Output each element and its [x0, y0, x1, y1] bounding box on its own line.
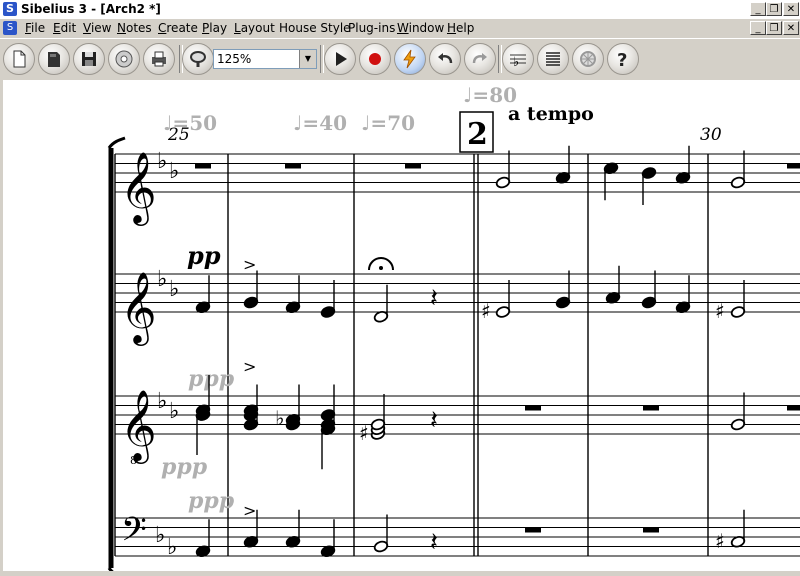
octave-8-below: 8 — [130, 454, 137, 467]
document-icon[interactable]: S — [3, 21, 17, 35]
doc-restore-icon[interactable]: ❐ — [766, 21, 782, 35]
svg-text:?: ? — [617, 50, 627, 69]
doc-close-icon[interactable]: ✕ — [783, 21, 799, 35]
rehearsal-mark: 2 — [467, 117, 488, 152]
sharp-accidental: ♯ — [715, 299, 725, 323]
dynamic-ppp: ppp — [161, 454, 208, 480]
svg-text:♭: ♭ — [169, 399, 179, 424]
accent: > — [243, 255, 256, 274]
close-icon[interactable]: ✕ — [783, 2, 799, 16]
cd-icon[interactable] — [108, 43, 140, 75]
tempo-mark: ♩=70 — [361, 111, 415, 135]
whole-rest — [643, 405, 659, 411]
menu-view[interactable]: View — [83, 21, 111, 35]
redo-icon[interactable] — [464, 43, 496, 75]
doc-minimize-icon[interactable]: _ — [750, 21, 766, 35]
tempo-mark: ♩=40 — [293, 111, 347, 135]
bar-number: 25 — [167, 125, 190, 145]
whole-rest — [195, 163, 211, 169]
quarter-rest: 𝄽 — [430, 406, 438, 436]
svg-text:♭: ♭ — [513, 55, 519, 69]
whole-rest — [643, 527, 659, 533]
accent: > — [243, 357, 256, 376]
svg-text:♭: ♭ — [157, 267, 167, 292]
record-icon[interactable] — [359, 43, 391, 75]
svg-text:♭: ♭ — [169, 277, 179, 302]
svg-text:♭: ♭ — [155, 523, 165, 548]
svg-text:♭: ♭ — [157, 149, 167, 174]
whole-rest — [787, 405, 800, 411]
treble-clef-8vb: 𝄞 — [120, 388, 157, 464]
restore-icon[interactable]: ❐ — [766, 2, 782, 16]
score-svg[interactable]: 𝄞 𝄞 𝄞 8 𝄢 ♭ ♭ ♭ ♭ ♭ ♭ ♭ ♭ ♩=50 ♩=40 ♩=70 ♩=8… — [3, 80, 800, 571]
svg-text:♭: ♭ — [167, 535, 177, 560]
text-expression: a tempo — [508, 103, 594, 125]
system-bracket-hook-bottom — [107, 567, 114, 571]
bass-clef: 𝄢 — [121, 511, 147, 557]
treble-clef: 𝄞 — [120, 150, 157, 226]
flat-accidental: ♭ — [275, 406, 284, 430]
dynamic-ppp: ppp — [188, 488, 235, 514]
play-icon[interactable] — [324, 43, 356, 75]
live-playback-icon[interactable] — [394, 43, 426, 75]
new-icon[interactable] — [3, 43, 35, 75]
menu-bar: S File Edit View Notes Create Play Layout House… — [0, 19, 800, 37]
svg-text:♭: ♭ — [169, 159, 179, 184]
title-bar: S Sibelius 3 - [Arch2 *] _ ❐ ✕ — [0, 0, 800, 20]
menu-create[interactable]: Create — [158, 21, 198, 35]
score-canvas[interactable]: 𝄞 𝄞 𝄞 8 𝄢 ♭ ♭ ♭ ♭ ♭ ♭ ♭ ♭ ♩=50 ♩=40 ♩=70 ♩=8… — [3, 80, 800, 571]
minimize-icon[interactable]: _ — [750, 2, 766, 16]
svg-text:♭: ♭ — [157, 389, 167, 414]
undo-icon[interactable] — [429, 43, 461, 75]
menu-file[interactable]: File — [25, 21, 45, 35]
window-title: Sibelius 3 - [Arch2 *] — [21, 2, 161, 16]
menu-layout[interactable]: Layout — [234, 21, 275, 35]
menu-house-style[interactable]: House Style — [279, 21, 351, 35]
dynamic-ppp: ppp — [188, 366, 235, 392]
treble-clef: 𝄞 — [120, 270, 157, 346]
print-icon[interactable] — [143, 43, 175, 75]
system-bracket-hook-top — [107, 136, 126, 149]
notes: 𝄽 ♯ ♯ ♭ ♯ 𝄽 𝄽 ♯ — [195, 145, 800, 558]
open-icon[interactable] — [38, 43, 70, 75]
menu-help[interactable]: Help — [447, 21, 474, 35]
whole-rest — [285, 163, 301, 169]
help-icon[interactable]: ? — [607, 43, 639, 75]
whole-rest — [787, 163, 800, 169]
zoom-value: 125% — [217, 52, 252, 66]
whole-rest — [525, 405, 541, 411]
key-signatures: ♭ ♭ ♭ ♭ ♭ ♭ ♭ ♭ — [155, 149, 179, 560]
whole-rest — [525, 527, 541, 533]
menu-play[interactable]: Play — [202, 21, 227, 35]
menu-plug-ins[interactable]: Plug-ins — [348, 21, 395, 35]
sibelius-app-icon[interactable]: S — [3, 2, 17, 16]
fermata-dot — [379, 266, 383, 270]
flat-notes-icon[interactable]: ♭ — [502, 43, 534, 75]
zoom-select[interactable]: 125% ▼ — [213, 49, 317, 69]
sharp-accidental: ♯ — [715, 529, 725, 553]
menu-edit[interactable]: Edit — [53, 21, 76, 35]
dynamic-pp: pp — [187, 241, 221, 270]
menu-notes[interactable]: Notes — [117, 21, 152, 35]
magnifier-icon[interactable] — [182, 43, 214, 75]
save-icon[interactable] — [73, 43, 105, 75]
ideas-icon[interactable] — [572, 43, 604, 75]
staff-lines-icon[interactable] — [537, 43, 569, 75]
quarter-rest: 𝄽 — [430, 284, 438, 314]
accent: > — [243, 501, 256, 520]
menu-window[interactable]: Window — [397, 21, 444, 35]
quarter-rest: 𝄽 — [430, 528, 438, 558]
bar-number: 30 — [700, 125, 722, 145]
sharp-accidental: ♯ — [359, 421, 369, 445]
chevron-down-icon[interactable]: ▼ — [299, 50, 316, 68]
whole-rest — [405, 163, 421, 169]
sharp-accidental: ♯ — [481, 299, 491, 323]
toolbar: 125% ▼ ♭ ? — [0, 38, 800, 80]
